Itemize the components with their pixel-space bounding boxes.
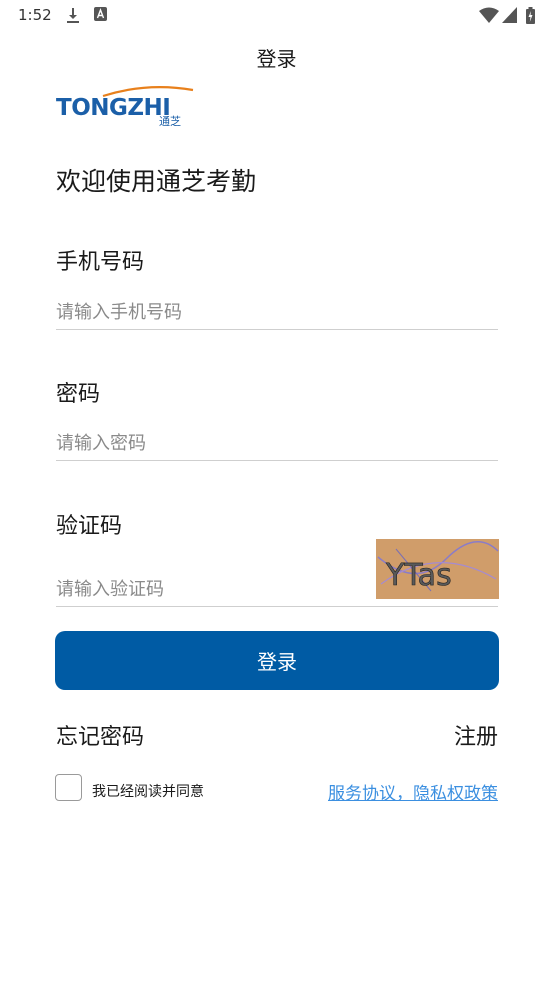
tongzhi-logo: TONGZHI 通芝	[55, 84, 205, 128]
password-label: 密码	[56, 382, 101, 407]
svg-text:TONGZHI: TONGZHI	[56, 95, 170, 121]
svg-text:通芝: 通芝	[159, 115, 181, 128]
battery-icon	[526, 7, 535, 24]
a-icon	[94, 7, 107, 21]
captcha-input[interactable]	[56, 572, 376, 606]
welcome-heading: 欢迎使用通芝考勤	[56, 167, 257, 196]
signal-icon	[502, 7, 517, 23]
password-input[interactable]	[56, 426, 498, 460]
forgot-password-link[interactable]: 忘记密码	[56, 719, 144, 751]
download-icon	[67, 8, 79, 23]
login-button[interactable]: 登录	[55, 631, 499, 690]
wifi-icon	[479, 7, 499, 23]
captcha-label: 验证码	[56, 514, 123, 539]
status-bar: 1:52	[0, 0, 553, 30]
phone-field-wrapper	[56, 295, 498, 330]
policy-link[interactable]: 服务协议，隐私权政策	[328, 779, 498, 804]
page-title: 登录	[256, 47, 297, 71]
agree-text: 我已经阅读并同意	[92, 784, 204, 800]
agree-checkbox[interactable]	[55, 774, 82, 801]
captcha-image[interactable]: YTas	[376, 539, 499, 599]
password-field-wrapper	[56, 426, 498, 461]
captcha-text: YTas	[385, 558, 452, 593]
status-time: 1:52	[18, 6, 52, 24]
phone-label: 手机号码	[56, 250, 145, 275]
register-link[interactable]: 注册	[454, 719, 498, 751]
phone-input[interactable]	[56, 295, 498, 329]
